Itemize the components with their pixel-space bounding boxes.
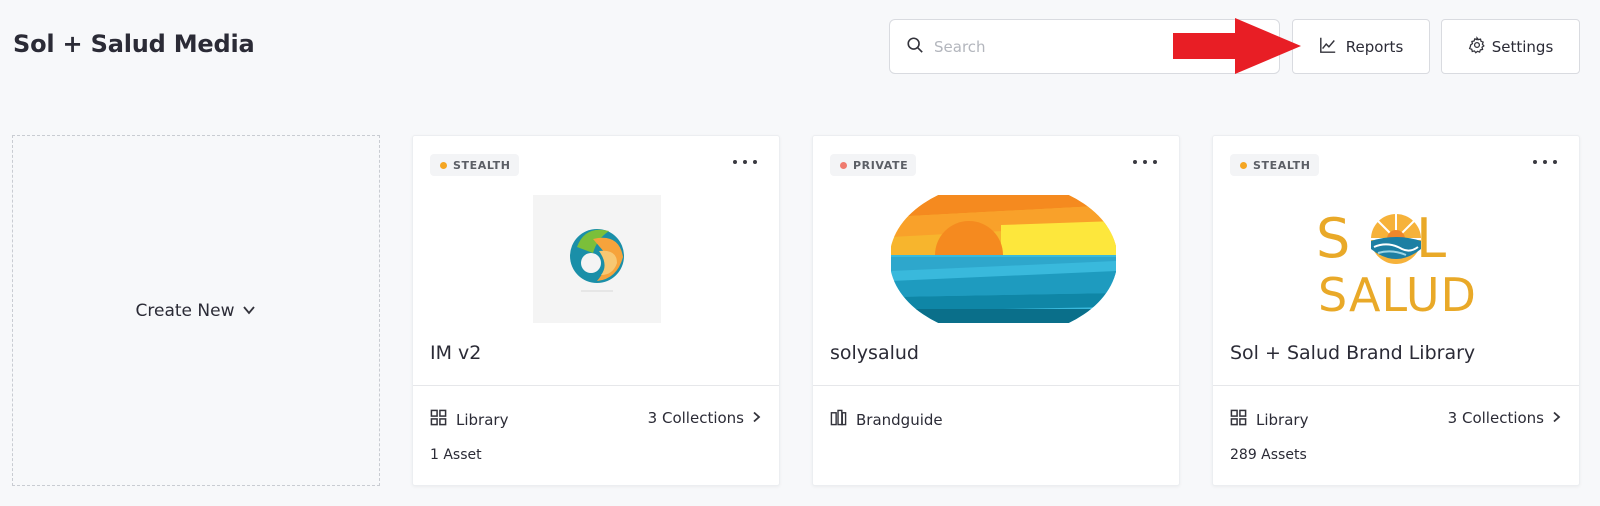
settings-label: Settings xyxy=(1491,37,1554,56)
collections-link[interactable]: 3 Collections xyxy=(1448,409,1562,427)
status-badge-label: STEALTH xyxy=(453,158,511,172)
grid-icon xyxy=(1230,409,1256,430)
assets-count: 289 Assets xyxy=(1230,447,1307,463)
brandguide-card[interactable]: PRIVATE solysalud Brandguide xyxy=(812,135,1180,486)
create-new-label: Create New xyxy=(135,300,235,321)
card-title: Sol + Salud Brand Library xyxy=(1230,342,1476,364)
page-title: Sol + Salud Media xyxy=(13,30,255,58)
create-new-card[interactable]: Create New xyxy=(12,135,380,486)
chevron-right-icon xyxy=(744,409,762,427)
card-divider xyxy=(813,385,1179,386)
library-card[interactable]: STEALTH S L SALUD Sol + Salud Brand Libr… xyxy=(1212,135,1580,486)
search-icon xyxy=(906,36,924,58)
card-divider xyxy=(1213,385,1579,386)
card-title: solysalud xyxy=(830,342,919,364)
brandguide-thumbnail xyxy=(891,195,1116,323)
card-type-label: Brandguide xyxy=(856,410,943,429)
more-options-icon[interactable] xyxy=(1533,154,1557,170)
reports-label: Reports xyxy=(1345,37,1404,56)
more-options-icon[interactable] xyxy=(733,154,757,170)
card-divider xyxy=(413,385,779,386)
chart-line-icon xyxy=(1319,36,1346,58)
status-dot xyxy=(440,161,447,169)
status-dot xyxy=(1240,161,1247,169)
card-type: Brandguide xyxy=(830,409,943,430)
gear-icon xyxy=(1468,35,1492,58)
card-type: Library xyxy=(1230,409,1308,430)
more-options-icon[interactable] xyxy=(1133,154,1157,170)
red-arrow-annotation xyxy=(1173,18,1301,74)
brandguide-icon xyxy=(830,409,856,430)
chevron-right-icon xyxy=(1544,409,1562,427)
library-thumbnail xyxy=(533,195,661,323)
status-badge: PRIVATE xyxy=(830,154,917,176)
assets-count: 1 Asset xyxy=(430,447,482,463)
svg-text:S: S xyxy=(1316,207,1350,270)
status-badge: STEALTH xyxy=(430,154,519,176)
card-title: IM v2 xyxy=(430,342,482,364)
card-type-label: Library xyxy=(1256,410,1309,429)
status-dot xyxy=(840,161,847,169)
status-badge-label: STEALTH xyxy=(1253,158,1311,172)
grid-icon xyxy=(430,409,456,430)
collections-label: 3 Collections xyxy=(647,409,744,427)
collections-link[interactable]: 3 Collections xyxy=(648,409,762,427)
reports-button[interactable]: Reports xyxy=(1292,19,1430,74)
status-badge-label: PRIVATE xyxy=(853,158,909,172)
card-type: Library xyxy=(430,409,508,430)
card-type-label: Library xyxy=(456,410,509,429)
settings-button[interactable]: Settings xyxy=(1441,19,1580,74)
status-badge: STEALTH xyxy=(1230,154,1319,176)
svg-text:SALUD: SALUD xyxy=(1318,268,1476,322)
chevron-down-icon xyxy=(234,300,256,322)
library-card[interactable]: STEALTH IM v2 Library 3 Collections 1 As… xyxy=(412,135,780,486)
sol-salud-logo: S L SALUD xyxy=(1316,195,1476,323)
collections-label: 3 Collections xyxy=(1447,409,1544,427)
